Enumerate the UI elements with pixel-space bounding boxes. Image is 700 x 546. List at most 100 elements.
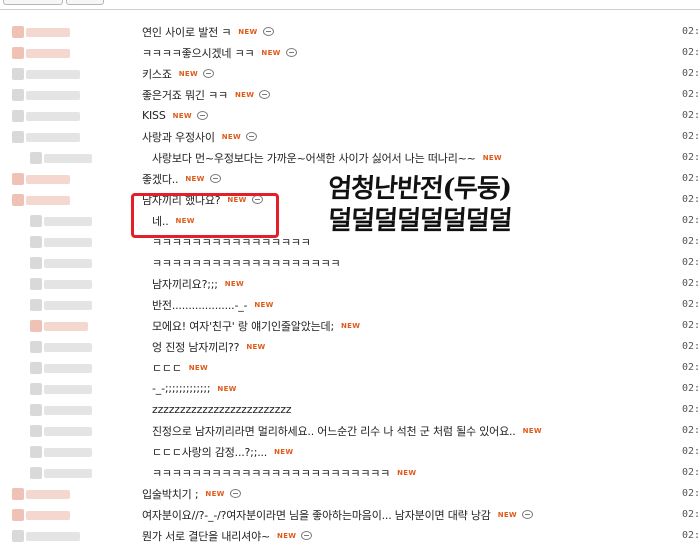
comment-bubble-icon[interactable] [259,90,271,99]
list-row[interactable]: -_-;;;;;;;;;;;;; NEW 02:5 [0,378,700,399]
row-time: 02:5 [682,278,700,289]
row-content: ㄷㄷㄷ NEW [152,357,208,378]
row-text[interactable]: 여자분이요//?-_-/?여자분이라면 님을 좋아하는마음이... 남자분이면 … [142,507,491,523]
row-content: 진정으로 남자끼리라면 멀리하세요.. 어느순간 리수 나 석천 군 처럼 될수… [152,420,542,441]
row-content: KISS NEW [142,105,208,126]
row-time: 02:5 [682,362,700,373]
row-content: 뭔가 서로 결단을 내리셔야~ NEW [142,525,313,546]
row-time: 02:5 [682,89,700,100]
row-text[interactable]: 키스죠 [142,66,172,82]
row-text[interactable]: 사랑보다 먼~우정보다는 가까운~어색한 사이가 싫어서 나는 떠나리~~ [152,150,476,166]
list-row[interactable]: 키스죠 NEW 02:5 [0,63,700,84]
new-badge: NEW [497,510,517,519]
new-badge: NEW [224,279,245,288]
new-badge: NEW [221,132,242,141]
row-text[interactable]: 남자끼리요?;;; [152,276,218,292]
list-row[interactable]: KISS NEW 02:5 [0,105,700,126]
comment-bubble-icon[interactable] [246,132,258,141]
row-text[interactable]: 좋은거죠 뭐긴 ㅋㅋ [142,87,228,103]
new-badge: NEW [522,426,542,435]
comment-bubble-icon[interactable] [209,174,221,183]
row-time: 02:5 [682,425,700,436]
row-time: 02:5 [682,257,700,268]
toolbar-button[interactable] [66,0,104,5]
list-row[interactable]: ㄷㄷㄷ NEW 02:5 [0,357,700,378]
row-text[interactable]: 사랑과 우정사이 [142,129,215,145]
new-badge: NEW [172,111,192,120]
row-content: ㄷㄷㄷ사랑의 감정...?;;... NEW [152,441,293,462]
divider [0,9,700,10]
comment-bubble-icon[interactable] [262,27,274,36]
list-row[interactable]: ㄷㄷㄷ사랑의 감정...?;;... NEW 02:5 [0,441,700,462]
list-row[interactable]: 연인 사이로 발전 ㅋ NEW 02:5 [0,21,700,42]
list-row[interactable]: 여자분이요//?-_-/?여자분이라면 님을 좋아하는마음이... 남자분이면 … [0,504,700,525]
new-badge: NEW [205,489,225,498]
list-row[interactable]: 반전...................-_- NEW 02:5 [0,294,700,315]
row-time: 02:5 [682,68,700,79]
comment-bubble-icon[interactable] [203,69,215,78]
new-badge: NEW [274,447,294,456]
list-row[interactable]: 뭔가 서로 결단을 내리셔야~NEW 02:5 [0,525,700,546]
new-badge: NEW [340,321,361,330]
row-content: 연인 사이로 발전 ㅋ NEW [142,21,274,42]
comment-bubble-icon[interactable] [285,48,297,57]
list-row[interactable]: 모에요! 여자'친구' 랑 얘기인줄알았는데; NEW 02:5 [0,315,700,336]
row-content: 여자분이요//?-_-/?여자분이라면 님을 좋아하는마음이... 남자분이면 … [142,504,533,525]
row-text[interactable]: KISS [142,109,166,122]
row-text[interactable]: 모에요! 여자'친구' 랑 얘기인줄알았는데; [152,318,334,334]
toolbar-button[interactable] [3,0,63,5]
comment-bubble-icon[interactable] [521,510,533,519]
row-time: 02:5 [682,131,700,142]
row-time: 02:5 [682,467,700,478]
list-row[interactable]: 사랑보다 먼~우정보다는 가까운~어색한 사이가 싫어서 나는 떠나리~~ NEW… [0,147,700,168]
row-content: 입술박치기 ; NEW [142,483,241,504]
row-text[interactable]: ㅋㅋㅋㅋ좋으시겠네 ㅋㅋ [142,45,255,61]
comment-bubble-icon[interactable] [229,489,241,498]
row-content: 좋은거죠 뭐긴 ㅋㅋ NEW [142,84,271,105]
row-text[interactable]: ㅋㅋㅋㅋㅋㅋㅋㅋㅋㅋㅋㅋㅋㅋㅋㅋㅋㅋㅋ [152,255,341,271]
row-time: 02:5 [682,341,700,352]
row-content: 엉 진정 남자끼리?? NEW [152,336,266,357]
row-content: 남자끼리요?;;; NEW [152,273,244,294]
list-row[interactable]: 엉 진정 남자끼리?? NEW 02:5 [0,336,700,357]
row-text[interactable]: ㄷㄷㄷ [152,360,182,376]
new-badge: NEW [254,300,274,309]
list-row[interactable]: 좋은거죠 뭐긴 ㅋㅋ NEW 02:5 [0,84,700,105]
row-text[interactable]: ㅋㅋㅋㅋㅋㅋㅋㅋㅋㅋㅋㅋㅋㅋㅋㅋㅋㅋㅋㅋㅋㅋㅋㅋ [152,465,390,481]
row-text[interactable]: -_-;;;;;;;;;;;;; [152,382,211,395]
row-content: 사랑과 우정사이 NEW [142,126,258,147]
row-content: ㅋㅋㅋㅋㅋㅋㅋㅋㅋㅋㅋㅋㅋㅋㅋㅋㅋㅋㅋㅋㅋㅋㅋㅋ NEW [152,462,416,483]
row-time: 02:5 [682,26,700,37]
comment-bubble-icon[interactable] [196,111,208,120]
new-badge: NEW [238,27,258,36]
row-time: 02:5 [682,299,700,310]
row-text[interactable]: 연인 사이로 발전 ㅋ [142,24,231,40]
list-row[interactable]: 진정으로 남자끼리라면 멀리하세요.. 어느순간 리수 나 석천 군 처럼 될수… [0,420,700,441]
list-row[interactable]: ㅋㅋㅋㅋ좋으시겠네 ㅋㅋ NEW 02:5 [0,42,700,63]
row-text[interactable]: 반전...................-_- [152,297,248,313]
new-badge: NEW [277,531,297,540]
row-text[interactable]: zzzzzzzzzzzzzzzzzzzzzzzzz [152,403,292,416]
list-row[interactable]: ㅋㅋㅋㅋㅋㅋㅋㅋㅋㅋㅋㅋㅋㅋㅋㅋㅋㅋㅋ 02:5 [0,252,700,273]
row-text[interactable]: 좋겠다.. [142,171,179,187]
comment-bubble-icon[interactable] [301,531,313,540]
new-badge: NEW [261,48,281,57]
list-row[interactable]: ㅋㅋㅋㅋㅋㅋㅋㅋㅋㅋㅋㅋㅋㅋㅋㅋㅋㅋㅋㅋㅋㅋㅋㅋ NEW 02:5 [0,462,700,483]
row-content: 사랑보다 먼~우정보다는 가까운~어색한 사이가 싫어서 나는 떠나리~~ NEW [152,147,502,168]
new-badge: NEW [178,69,199,78]
row-content: zzzzzzzzzzzzzzzzzzzzzzzzz [152,399,292,420]
new-badge: NEW [217,384,237,393]
list-row[interactable]: 남자끼리요?;;; NEW 02:5 [0,273,700,294]
row-text[interactable]: 입술박치기 ; [142,486,199,502]
row-text[interactable]: 엉 진정 남자끼리?? [152,339,240,355]
list-row[interactable]: zzzzzzzzzzzzzzzzzzzzzzzzz 02:5 [0,399,700,420]
row-content: -_-;;;;;;;;;;;;; NEW [152,378,237,399]
row-text[interactable]: 진정으로 남자끼리라면 멀리하세요.. 어느순간 리수 나 석천 군 처럼 될수… [152,423,516,439]
list-row[interactable]: 입술박치기 ; NEW 02:5 [0,483,700,504]
overlay-line-1: 엄청난반전(두둥) [326,174,513,204]
row-text[interactable]: ㄷㄷㄷ사랑의 감정...?;;... [152,444,267,460]
highlight-box [131,193,279,238]
new-badge: NEW [397,468,417,477]
row-time: 02:5 [682,236,700,247]
list-row[interactable]: 사랑과 우정사이 NEW 02:5 [0,126,700,147]
